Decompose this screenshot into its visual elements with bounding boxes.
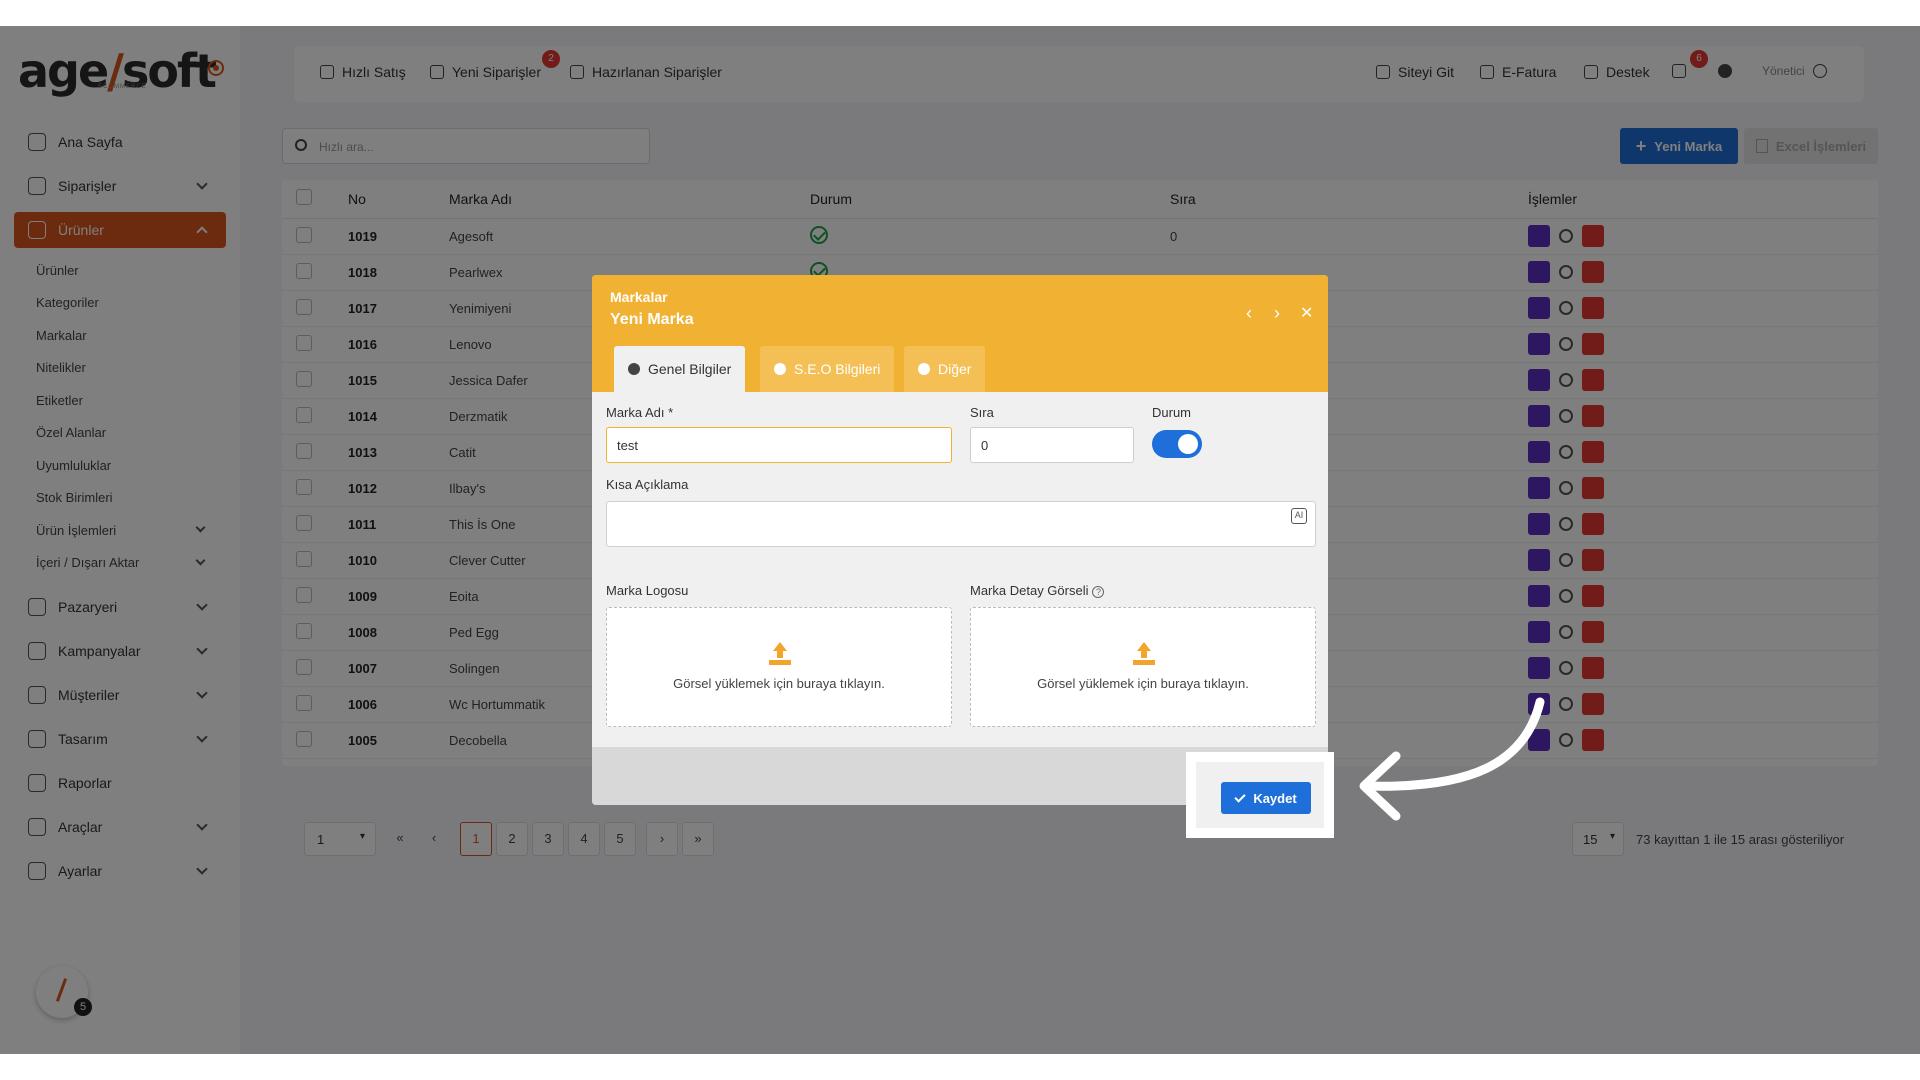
upload-text: Görsel yüklemek için buraya tıklayın. (673, 676, 885, 691)
close-button[interactable]: ✕ (1300, 303, 1313, 323)
modal-subtitle: Markalar (610, 289, 668, 305)
modal-header: Markalar Yeni Marka ‹ › ✕ Genel Bilgiler… (592, 275, 1328, 392)
modal-title: Yeni Marka (610, 311, 694, 328)
search-icon (774, 363, 786, 375)
detail-image-label: Marka Detay Görseli (970, 583, 1089, 598)
logo-label: Marka Logosu (606, 583, 689, 598)
logo-upload-dropzone[interactable]: Görsel yüklemek için buraya tıklayın. (606, 607, 952, 727)
app-window: age/soft ECOMMERCE Ana Sayfa Siparişler … (0, 26, 1920, 1054)
save-label: Kaydet (1253, 790, 1297, 806)
order-label: Sıra (970, 405, 994, 420)
check-icon (1234, 790, 1246, 803)
detail-image-upload-dropzone[interactable]: Görsel yüklemek için buraya tıklayın. (970, 607, 1316, 727)
help-icon[interactable]: ? (1092, 585, 1105, 598)
brand-name-label: Marka Adı * (606, 405, 674, 420)
short-desc-textarea[interactable]: AI (606, 501, 1316, 547)
upload-icon (769, 642, 791, 666)
info-icon (628, 363, 640, 375)
brand-name-field[interactable]: test (606, 427, 952, 463)
tab-seo[interactable]: S.E.O Bilgileri (760, 346, 895, 392)
upload-icon (1133, 642, 1155, 666)
tab-other[interactable]: Diğer (904, 346, 986, 392)
save-button[interactable]: Kaydet (1221, 782, 1311, 814)
order-field[interactable]: 0 (970, 427, 1134, 463)
short-desc-label: Kısa Açıklama (606, 477, 689, 492)
tab-label: Diğer (938, 361, 972, 377)
gear-icon (918, 363, 930, 375)
upload-text: Görsel yüklemek için buraya tıklayın. (1037, 676, 1249, 691)
tab-general[interactable]: Genel Bilgiler (614, 346, 746, 392)
status-toggle[interactable] (1152, 430, 1202, 458)
ai-text-icon[interactable]: AI (1291, 508, 1307, 524)
tab-label: Genel Bilgiler (648, 361, 732, 377)
detail-image-label-wrap: Marka Detay Görseli? (970, 583, 1105, 598)
status-label: Durum (1152, 405, 1192, 420)
prev-record-button[interactable]: ‹ (1246, 303, 1252, 324)
pointer-arrow-icon (1359, 697, 1545, 821)
tab-label: S.E.O Bilgileri (794, 361, 881, 377)
new-brand-modal: Markalar Yeni Marka ‹ › ✕ Genel Bilgiler… (592, 275, 1328, 805)
next-record-button[interactable]: › (1274, 303, 1280, 324)
